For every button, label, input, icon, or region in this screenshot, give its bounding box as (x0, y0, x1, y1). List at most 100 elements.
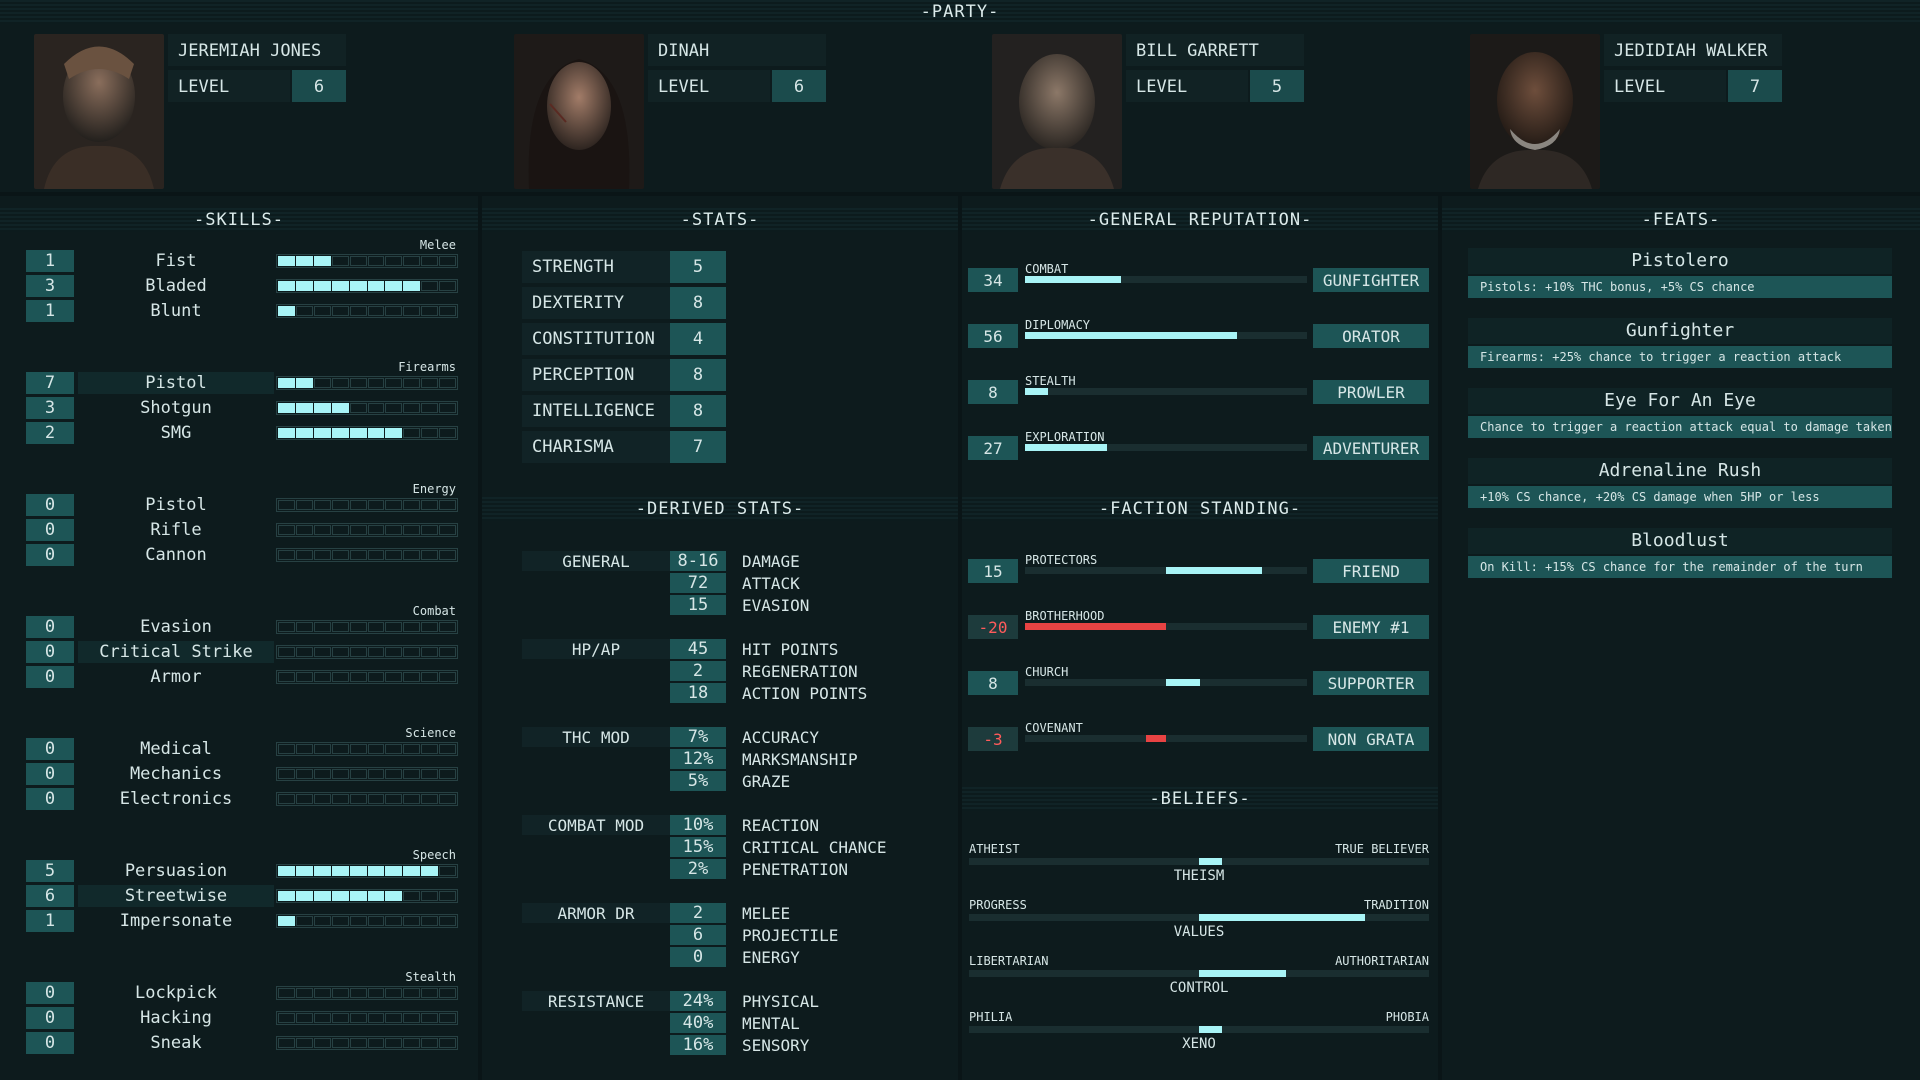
derived-value: 2 (670, 903, 726, 923)
feat-description: Firearms: +25% chance to trigger a react… (1468, 346, 1892, 368)
reputation-title[interactable]: PROWLER (1313, 380, 1429, 404)
party-header: -PARTY- (0, 0, 1920, 24)
skill-name[interactable]: SMG (78, 422, 274, 444)
skill-bar-segment (295, 622, 313, 632)
skill-name[interactable]: Cannon (78, 544, 274, 566)
skills-panel (0, 196, 478, 1080)
faction-status[interactable]: NON GRATA (1313, 727, 1429, 751)
skill-value: 7 (26, 372, 74, 394)
skill-bar-segment (439, 988, 457, 998)
skill-bar-segment (295, 891, 313, 901)
skill-name[interactable]: Mechanics (78, 763, 274, 785)
reputation-title[interactable]: GUNFIGHTER (1313, 268, 1429, 292)
skill-bar-segment (295, 769, 313, 779)
derived-value: 10% (670, 815, 726, 835)
skill-name[interactable]: Evasion (78, 616, 274, 638)
skill-bar-segment (295, 306, 313, 316)
skill-bar-segment (439, 891, 457, 901)
skill-bar-segment (331, 794, 349, 804)
skill-bar-segment (278, 916, 295, 926)
skill-name[interactable]: Streetwise (78, 885, 274, 907)
skill-category-label: Stealth (405, 970, 456, 984)
skill-bar-segment (331, 1013, 349, 1023)
feat-name[interactable]: Gunfighter (1468, 318, 1892, 344)
skill-bar-segment (331, 525, 349, 535)
skill-name[interactable]: Armor (78, 666, 274, 688)
skill-bar-segment (367, 306, 385, 316)
skill-value: 1 (26, 250, 74, 272)
skill-bar-segment (385, 500, 403, 510)
skill-bar-segment (278, 988, 295, 998)
reputation-fill (1025, 332, 1237, 339)
skill-bar-segment (385, 866, 403, 876)
skill-bar-segment (439, 1038, 457, 1048)
skill-name[interactable]: Bladed (78, 275, 274, 297)
derived-value: 15 (670, 595, 726, 615)
skill-bar-segment (403, 916, 421, 926)
skill-bar-segment (403, 647, 421, 657)
faction-status[interactable]: ENEMY #1 (1313, 615, 1429, 639)
skill-name[interactable]: Electronics (78, 788, 274, 810)
skill-bar-segment (331, 428, 349, 438)
skill-bar-segment (295, 916, 313, 926)
feat-name[interactable]: Bloodlust (1468, 528, 1892, 554)
feat-description: +10% CS chance, +20% CS damage when 5HP … (1468, 486, 1892, 508)
skill-bar-segment (421, 988, 439, 998)
skill-bar-segment (349, 1013, 367, 1023)
faction-status[interactable]: SUPPORTER (1313, 671, 1429, 695)
skill-bar-segment (349, 672, 367, 682)
skill-category-label: Combat (412, 604, 456, 618)
portrait-jedidiah[interactable] (1470, 34, 1600, 189)
portrait-bill[interactable] (992, 34, 1122, 189)
derived-label: MENTAL (742, 1014, 800, 1033)
stat-label: PERCEPTION (522, 359, 672, 391)
reputation-title[interactable]: ADVENTURER (1313, 436, 1429, 460)
skill-name[interactable]: Medical (78, 738, 274, 760)
skill-name[interactable]: Blunt (78, 300, 274, 322)
skill-bar-segment (313, 866, 331, 876)
skill-progress-bar (276, 304, 458, 318)
derived-label: PROJECTILE (742, 926, 839, 945)
beliefs-title: -BELIEFS- (1149, 789, 1251, 809)
derived-value: 0 (670, 947, 726, 967)
skill-bar-segment (385, 378, 403, 388)
skill-name[interactable]: Impersonate (78, 910, 274, 932)
skill-progress-bar (276, 401, 458, 415)
skill-bar-segment (439, 525, 457, 535)
skill-bar-segment (385, 306, 403, 316)
skill-bar-segment (295, 647, 313, 657)
skill-name[interactable]: Pistol (78, 372, 274, 394)
skill-progress-bar (276, 670, 458, 684)
feat-name[interactable]: Adrenaline Rush (1468, 458, 1892, 484)
skill-bar-segment (439, 1013, 457, 1023)
skill-name[interactable]: Fist (78, 250, 274, 272)
faction-status[interactable]: FRIEND (1313, 559, 1429, 583)
portrait-dinah-image (514, 34, 644, 189)
skill-name[interactable]: Hacking (78, 1007, 274, 1029)
skill-name[interactable]: Lockpick (78, 982, 274, 1004)
skill-name[interactable]: Shotgun (78, 397, 274, 419)
skill-bar-segment (313, 378, 331, 388)
skill-name[interactable]: Pistol (78, 494, 274, 516)
skill-bar-segment (439, 672, 457, 682)
skill-bar-segment (313, 500, 331, 510)
portrait-jeremiah[interactable] (34, 34, 164, 189)
skill-bar-segment (367, 281, 385, 291)
skill-name[interactable]: Rifle (78, 519, 274, 541)
skill-value: 3 (26, 397, 74, 419)
skill-name[interactable]: Critical Strike (78, 641, 274, 663)
skill-bar-segment (278, 1038, 295, 1048)
skill-name[interactable]: Sneak (78, 1032, 274, 1054)
reputation-title[interactable]: ORATOR (1313, 324, 1429, 348)
skill-bar-segment (421, 281, 439, 291)
portrait-dinah[interactable] (514, 34, 644, 189)
skill-bar-segment (313, 769, 331, 779)
skill-name[interactable]: Persuasion (78, 860, 274, 882)
derived-header: -DERIVED STATS- (482, 497, 958, 521)
feat-name[interactable]: Pistolero (1468, 248, 1892, 274)
feat-name[interactable]: Eye For An Eye (1468, 388, 1892, 414)
skill-bar-segment (421, 428, 439, 438)
derived-group-label: RESISTANCE (522, 991, 670, 1011)
skill-bar-segment (331, 988, 349, 998)
skill-bar-segment (349, 891, 367, 901)
